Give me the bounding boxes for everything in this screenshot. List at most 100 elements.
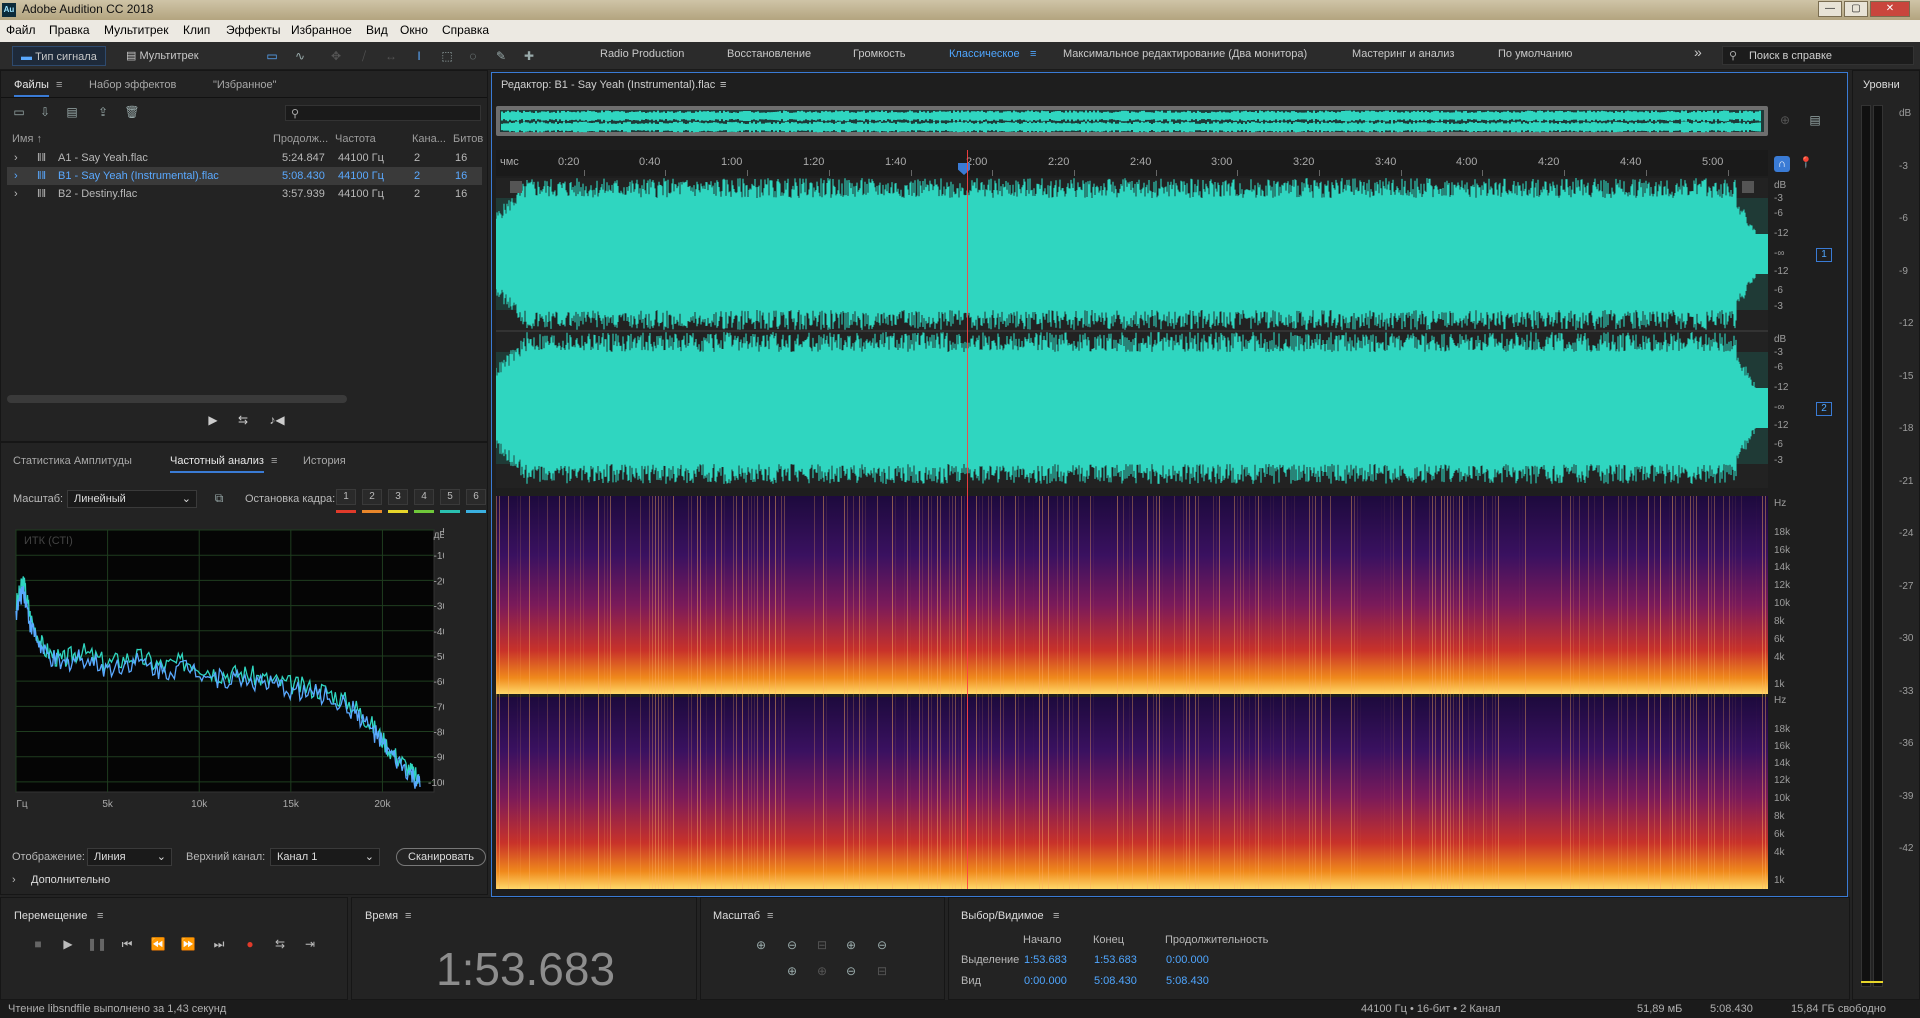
brush-tool-icon[interactable]: ✎ (492, 47, 510, 65)
loop-icon[interactable]: ⇆ (270, 934, 290, 954)
freeze-slot-5[interactable]: 5 (440, 489, 460, 505)
zoom-to-selection-icon[interactable]: ⊕ (1776, 111, 1794, 129)
file-row-selected[interactable]: › ‖‖ B1 - Say Yeah (Instrumental).flac 5… (7, 167, 482, 185)
minimize-button[interactable]: — (1818, 1, 1842, 17)
menu-favorites[interactable]: Избранное (291, 23, 352, 37)
menu-clip[interactable]: Клип (183, 23, 210, 37)
zoom-out-amplitude-icon[interactable]: ⊖ (783, 936, 801, 954)
loop-preview-icon[interactable]: ⇆ (234, 411, 252, 429)
snap-icon[interactable]: ∩ (1774, 156, 1790, 172)
tab-frequency-analysis[interactable]: Частотный анализ (170, 455, 264, 473)
view-duration-field[interactable]: 5:08.430 (1166, 975, 1209, 987)
delete-icon[interactable]: 🗑 (123, 103, 141, 121)
scale-dropdown[interactable]: Линейный ⌄ (67, 490, 197, 508)
play-icon[interactable]: ▶ (58, 934, 78, 954)
file-row[interactable]: › ‖‖ A1 - Say Yeah.flac 5:24.847 44100 Г… (7, 149, 482, 167)
move-tool-icon[interactable]: ✥ (327, 47, 345, 65)
column-bits[interactable]: Битов (453, 133, 483, 145)
insert-into-multitrack-icon[interactable]: ⇪ (94, 103, 112, 121)
selection-menu-icon[interactable]: ≡ (1053, 910, 1059, 922)
more-section-label[interactable]: Дополнительно (31, 874, 110, 886)
new-file-icon[interactable]: ▤ (63, 103, 81, 121)
view-start-field[interactable]: 0:00.000 (1024, 975, 1067, 987)
skip-icon[interactable]: ⇥ (300, 934, 320, 954)
expand-icon[interactable]: › (14, 185, 18, 203)
spectral-display-icon[interactable]: ▭ (263, 47, 281, 65)
selection-duration-field[interactable]: 0:00.000 (1166, 954, 1209, 966)
workspace-default[interactable]: По умолчанию (1498, 48, 1572, 60)
tab-files[interactable]: Файлы (14, 79, 49, 97)
menu-multitrack[interactable]: Мультитрек (104, 23, 168, 37)
analysis-panel-menu-icon[interactable]: ≡ (271, 455, 277, 467)
zoom-in-amplitude-icon[interactable]: ⊕ (752, 936, 770, 954)
scan-button[interactable]: Сканировать (396, 848, 486, 866)
column-name[interactable]: Имя ↑ (12, 133, 42, 145)
zoom-in-point-icon[interactable]: ⊕ (813, 962, 831, 980)
workspace-restoration[interactable]: Восстановление (727, 48, 811, 60)
view-end-field[interactable]: 5:08.430 (1094, 975, 1137, 987)
workspace-overflow-button[interactable]: » (1694, 44, 1702, 60)
column-channels[interactable]: Кана... (412, 133, 446, 145)
column-rate[interactable]: Частота (335, 133, 376, 145)
overview-waveform[interactable] (496, 106, 1768, 136)
workspace-radio-production[interactable]: Radio Production (600, 48, 684, 60)
spectral-pitch-icon[interactable]: ∿ (291, 47, 309, 65)
goto-start-icon[interactable]: ⏮ (117, 934, 137, 954)
files-search-input[interactable]: ⚲ (285, 105, 481, 121)
multitrack-view-button[interactable]: ▤ Мультитрек (126, 46, 199, 66)
workspace-menu-icon[interactable]: ≡ (1030, 48, 1036, 60)
fade-in-handle[interactable] (510, 181, 522, 193)
razor-tool-icon[interactable]: ⧸ (355, 47, 373, 65)
channel-2-badge[interactable]: 2 (1816, 402, 1832, 416)
editor-menu-icon[interactable]: ≡ (720, 79, 726, 91)
selection-end-field[interactable]: 1:53.683 (1094, 954, 1137, 966)
menu-effects[interactable]: Эффекты (226, 23, 281, 37)
fade-out-handle[interactable] (1742, 181, 1754, 193)
freeze-slot-6[interactable]: 6 (466, 489, 486, 505)
rewind-icon[interactable]: ⏪ (148, 934, 168, 954)
marquee-tool-icon[interactable]: ⬚ (438, 47, 456, 65)
time-menu-icon[interactable]: ≡ (405, 910, 411, 922)
goto-end-icon[interactable]: ⏭ (209, 934, 229, 954)
expand-icon[interactable]: › (14, 167, 18, 185)
zoom-all-icon[interactable]: ⊟ (873, 962, 891, 980)
zoom-menu-icon[interactable]: ≡ (767, 910, 773, 922)
fast-forward-icon[interactable]: ⏩ (178, 934, 198, 954)
waveform-display[interactable] (496, 178, 1768, 488)
freeze-slot-3[interactable]: 3 (388, 489, 408, 505)
expand-icon[interactable]: › (14, 149, 18, 167)
waveform-view-button[interactable]: ▬ Тип сигнала (12, 46, 106, 66)
time-ruler[interactable]: чмс 0:20 0:40 1:00 1:20 1:40 2:00 2:20 2:40 3:00… (496, 150, 1768, 176)
column-duration[interactable]: Продолж... (273, 133, 328, 145)
tab-effects-rack[interactable]: Набор эффектов (89, 79, 176, 91)
zoom-out-time-icon[interactable]: ⊖ (873, 936, 891, 954)
import-file-icon[interactable]: ⇩ (36, 103, 54, 121)
help-search-input[interactable]: ⚲ Поиск в справке (1722, 46, 1914, 65)
record-icon[interactable]: ● (240, 934, 260, 954)
freeze-slot-2[interactable]: 2 (362, 489, 382, 505)
play-preview-icon[interactable]: ▶ (204, 411, 222, 429)
zoom-to-selection-icon[interactable]: ⊕ (783, 962, 801, 980)
marker-pin-icon[interactable]: 📍 (1799, 156, 1813, 169)
workspace-max-editing[interactable]: Максимальное редактирование (Два монитор… (1063, 48, 1307, 60)
menu-edit[interactable]: Правка (49, 23, 90, 37)
transport-menu-icon[interactable]: ≡ (97, 910, 103, 922)
channel-dropdown[interactable]: Канал 1 ⌄ (270, 848, 380, 866)
files-horizontal-scrollbar[interactable] (7, 395, 347, 403)
open-file-icon[interactable]: ▭ (10, 103, 28, 121)
tab-favorites[interactable]: "Избранное" (213, 79, 277, 91)
autoplay-icon[interactable]: ♪◀ (263, 411, 291, 429)
menu-help[interactable]: Справка (442, 23, 489, 37)
playhead-line[interactable] (967, 150, 968, 889)
pause-icon[interactable]: ❚❚ (87, 934, 107, 954)
display-dropdown[interactable]: Линия ⌄ (87, 848, 172, 866)
pop-out-icon[interactable]: ⧉ (210, 489, 228, 507)
healing-tool-icon[interactable]: ✚ (520, 47, 538, 65)
file-row[interactable]: › ‖‖ B2 - Destiny.flac 3:57.939 44100 Гц… (7, 185, 482, 203)
files-panel-menu-icon[interactable]: ≡ (56, 79, 62, 91)
zoom-in-time-icon[interactable]: ⊕ (842, 936, 860, 954)
overview-settings-icon[interactable]: ▤ (1806, 111, 1824, 129)
maximize-button[interactable]: ▢ (1844, 1, 1868, 17)
zoom-out-full-icon[interactable]: ⊟ (813, 936, 831, 954)
time-selection-tool-icon[interactable]: I (410, 47, 428, 65)
